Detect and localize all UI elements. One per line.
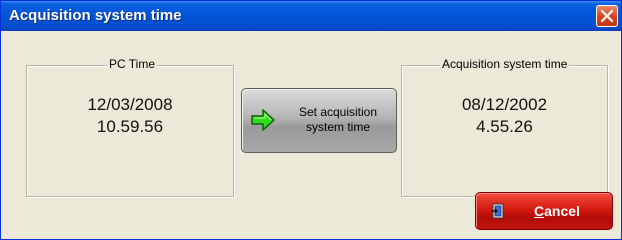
exit-door-icon	[491, 203, 504, 219]
pc-date: 12/03/2008	[87, 95, 173, 114]
window-title: Acquisition system time	[9, 7, 182, 24]
dialog-body: PC Time 12/03/2008 10.59.56 Set acquisit…	[4, 31, 618, 237]
pc-time: 10.59.56	[96, 117, 164, 136]
title-bar[interactable]: Acquisition system time	[1, 1, 621, 31]
acquisition-time: 4.55.26	[476, 117, 533, 136]
green-arrow-right-icon	[251, 109, 275, 131]
set-button-label: Set acquisition system time	[298, 105, 378, 134]
pc-time-group: PC Time 12/03/2008 10.59.56	[26, 57, 234, 197]
acquisition-date: 08/12/2002	[461, 95, 548, 114]
set-acquisition-time-button[interactable]: Set acquisition system time	[241, 88, 397, 153]
cancel-button[interactable]: Cancel	[475, 192, 613, 230]
close-button[interactable]	[596, 5, 618, 27]
acquisition-time-legend: Acquisition system time	[440, 57, 570, 71]
acquisition-time-group: Acquisition system time 08/12/2002 4.55.…	[401, 57, 608, 197]
pc-time-legend: PC Time	[107, 57, 158, 71]
close-icon	[601, 10, 613, 22]
cancel-button-label: Cancel	[534, 203, 580, 219]
dialog-window: Acquisition system time PC Time 12/03/20…	[0, 0, 622, 240]
